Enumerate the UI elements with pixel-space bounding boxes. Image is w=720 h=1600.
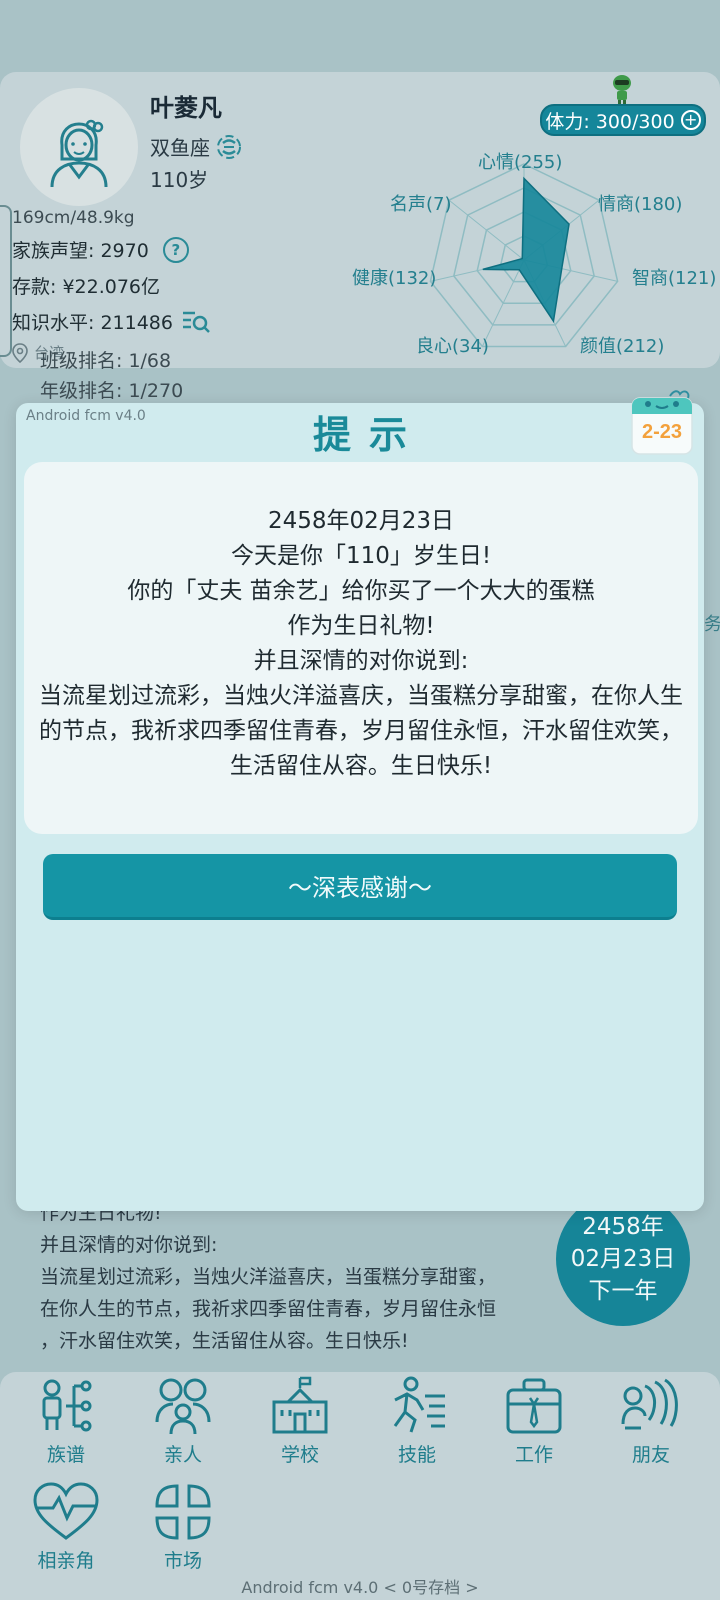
nav-market[interactable]: 市场 xyxy=(128,1482,238,1573)
nav-label: 朋友 xyxy=(631,1444,670,1466)
family-reputation-text: 家族声望: 2970 xyxy=(12,240,149,262)
message-line-present: 作为生日礼物! xyxy=(287,613,435,639)
radar-label: 情商(180) xyxy=(598,194,683,215)
nav-matchmaking[interactable]: 相亲角 xyxy=(11,1482,121,1573)
friends-icon xyxy=(621,1378,678,1430)
nav-label: 工作 xyxy=(514,1444,553,1466)
radar-label: 健康(132) xyxy=(352,268,437,289)
calendar-date-text: 2-23 xyxy=(642,421,682,443)
radar-label: 良心(34) xyxy=(416,336,489,357)
nav-work[interactable]: 工作 xyxy=(479,1376,589,1467)
log-line-2: 当流星划过流彩，当烛火洋溢喜庆，当蛋糕分享甜蜜， xyxy=(40,1266,497,1288)
radar-label: 心情(255) xyxy=(478,152,563,173)
date-year: 2458年 xyxy=(582,1214,664,1240)
attribute-radar-chart: 心情(255) 情商(180) 智商(121) 颜值(212) 良心(34) 健康(132… xyxy=(340,140,720,366)
age: 110岁 xyxy=(150,168,209,192)
female-avatar-icon xyxy=(50,119,108,187)
dialog-title: 提示 xyxy=(312,413,425,457)
radar-label: 智商(121) xyxy=(632,268,717,289)
knowledge-search-icon[interactable] xyxy=(181,309,211,335)
character-name: 叶菱凡 xyxy=(150,94,222,122)
knowledge-text: 知识水平: 211486 xyxy=(12,312,173,334)
message-line-birthday: 今天是你「110」岁生日! xyxy=(230,543,492,569)
pisces-icon xyxy=(217,134,241,159)
relatives-icon xyxy=(155,1378,211,1435)
zodiac: 双鱼座 xyxy=(150,132,242,161)
dialog-message: 2458年02月23日 今天是你「110」岁生日! 你的「丈夫 苗余艺」给你买了… xyxy=(24,462,698,834)
next-year-button[interactable]: 2458年 02月23日 下一年 xyxy=(556,1192,690,1326)
stamina-text: 体力: 300/300 xyxy=(545,110,675,133)
thanks-button[interactable]: ～深表感谢～ xyxy=(43,854,677,920)
mascot-icon[interactable] xyxy=(610,74,634,108)
heart-pulse-icon xyxy=(33,1482,99,1540)
family-reputation: 家族声望: 2970 ? xyxy=(12,236,189,263)
nav-family-tree[interactable]: 族谱 xyxy=(11,1376,121,1467)
family-tree-icon xyxy=(42,1379,92,1432)
nav-label: 相亲角 xyxy=(37,1550,95,1572)
school-icon xyxy=(272,1376,328,1434)
savings: 存款: ¥22.076亿 xyxy=(12,276,161,298)
grade-rank: 年级排名: 1/270 xyxy=(40,380,184,402)
nav-skills[interactable]: 技能 xyxy=(362,1376,472,1467)
skill-icon xyxy=(393,1376,445,1433)
log-line-3: 在你人生的节点，我祈求四季留住青春，岁月留住永恒 xyxy=(40,1298,497,1320)
help-icon[interactable]: ? xyxy=(162,236,189,263)
nav-label: 市场 xyxy=(163,1550,202,1572)
calendar-icon: 2-23 xyxy=(631,390,693,455)
add-stamina-icon: + xyxy=(680,110,701,130)
footer-version: Android fcm v4.0 < 0号存档 > xyxy=(241,1578,479,1597)
stamina-button[interactable]: 体力: 300/300 + xyxy=(540,104,706,136)
nav-label: 亲人 xyxy=(163,1444,202,1466)
right-edge-partial-text: 务 xyxy=(704,614,720,635)
bottom-nav: 族谱 亲人 学校 技能 工作 朋友 相亲角 市场 xyxy=(0,1372,720,1600)
log-line-4: ，汗水留住欢笑，生活留住从容。生日快乐! xyxy=(40,1330,409,1352)
next-year-label: 下一年 xyxy=(588,1278,658,1304)
nav-label: 学校 xyxy=(280,1444,319,1466)
location-pin-icon xyxy=(12,342,28,363)
knowledge: 知识水平: 211486 xyxy=(12,308,211,335)
message-line-wish: 当流星划过流彩，当烛火洋溢喜庆，当蛋糕分享甜蜜，在你人生的节点，我祈求四季留住青… xyxy=(39,683,683,779)
message-line-date: 2458年02月23日 xyxy=(267,508,455,534)
message-line-said: 并且深情的对你说到: xyxy=(253,648,469,674)
height-weight: 169cm/48.9kg xyxy=(12,208,135,228)
briefcase-icon xyxy=(506,1378,562,1434)
side-drawer-handle[interactable] xyxy=(0,205,12,357)
nav-label: 技能 xyxy=(397,1444,436,1466)
avatar[interactable] xyxy=(20,88,138,206)
radar-value-shape xyxy=(482,176,570,324)
zodiac-label: 双鱼座 xyxy=(150,136,210,160)
calendar-badge[interactable]: 2-23 xyxy=(630,390,694,458)
nav-friends[interactable]: 朋友 xyxy=(596,1376,706,1467)
class-rank: 班级排名: 1/68 xyxy=(40,350,172,372)
log-line-1: 并且深情的对你说到: xyxy=(40,1234,218,1256)
market-icon xyxy=(155,1484,211,1540)
radar-label: 名声(7) xyxy=(390,194,452,215)
nav-label: 族谱 xyxy=(46,1444,85,1466)
date-day: 02月23日 xyxy=(570,1246,676,1272)
radar-label: 颜值(212) xyxy=(580,336,665,357)
message-line-gift: 你的「丈夫 苗余艺」给你买了一个大大的蛋糕 xyxy=(127,578,595,604)
nav-relatives[interactable]: 亲人 xyxy=(128,1376,238,1467)
nav-school[interactable]: 学校 xyxy=(245,1376,355,1467)
